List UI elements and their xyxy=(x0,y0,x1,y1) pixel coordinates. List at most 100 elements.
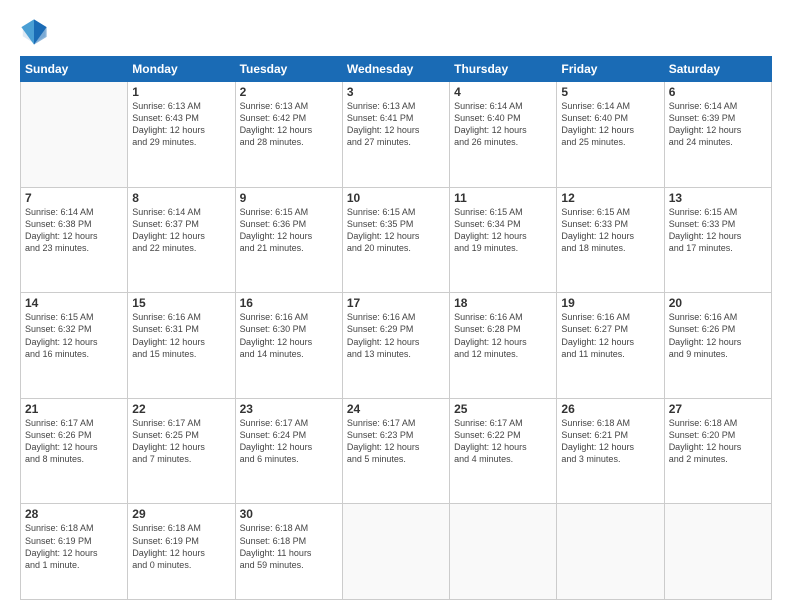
calendar-week-3: 14Sunrise: 6:15 AM Sunset: 6:32 PM Dayli… xyxy=(21,293,772,399)
calendar-cell: 25Sunrise: 6:17 AM Sunset: 6:22 PM Dayli… xyxy=(450,398,557,504)
day-number: 12 xyxy=(561,191,659,205)
calendar-cell: 10Sunrise: 6:15 AM Sunset: 6:35 PM Dayli… xyxy=(342,187,449,293)
day-info: Sunrise: 6:18 AM Sunset: 6:18 PM Dayligh… xyxy=(240,522,338,571)
day-info: Sunrise: 6:15 AM Sunset: 6:36 PM Dayligh… xyxy=(240,206,338,255)
day-info: Sunrise: 6:16 AM Sunset: 6:28 PM Dayligh… xyxy=(454,311,552,360)
calendar-cell: 15Sunrise: 6:16 AM Sunset: 6:31 PM Dayli… xyxy=(128,293,235,399)
day-info: Sunrise: 6:15 AM Sunset: 6:35 PM Dayligh… xyxy=(347,206,445,255)
day-number: 14 xyxy=(25,296,123,310)
day-info: Sunrise: 6:18 AM Sunset: 6:20 PM Dayligh… xyxy=(669,417,767,466)
day-info: Sunrise: 6:17 AM Sunset: 6:26 PM Dayligh… xyxy=(25,417,123,466)
day-number: 29 xyxy=(132,507,230,521)
calendar-header-sunday: Sunday xyxy=(21,57,128,82)
day-info: Sunrise: 6:18 AM Sunset: 6:19 PM Dayligh… xyxy=(132,522,230,571)
calendar-week-4: 21Sunrise: 6:17 AM Sunset: 6:26 PM Dayli… xyxy=(21,398,772,504)
day-info: Sunrise: 6:13 AM Sunset: 6:41 PM Dayligh… xyxy=(347,100,445,149)
calendar-header-tuesday: Tuesday xyxy=(235,57,342,82)
calendar-cell: 29Sunrise: 6:18 AM Sunset: 6:19 PM Dayli… xyxy=(128,504,235,600)
day-number: 1 xyxy=(132,85,230,99)
calendar-cell: 14Sunrise: 6:15 AM Sunset: 6:32 PM Dayli… xyxy=(21,293,128,399)
day-info: Sunrise: 6:16 AM Sunset: 6:31 PM Dayligh… xyxy=(132,311,230,360)
logo xyxy=(20,18,54,46)
calendar-cell: 23Sunrise: 6:17 AM Sunset: 6:24 PM Dayli… xyxy=(235,398,342,504)
calendar-cell: 30Sunrise: 6:18 AM Sunset: 6:18 PM Dayli… xyxy=(235,504,342,600)
day-number: 4 xyxy=(454,85,552,99)
day-info: Sunrise: 6:17 AM Sunset: 6:22 PM Dayligh… xyxy=(454,417,552,466)
day-number: 13 xyxy=(669,191,767,205)
calendar-header-thursday: Thursday xyxy=(450,57,557,82)
calendar-cell: 11Sunrise: 6:15 AM Sunset: 6:34 PM Dayli… xyxy=(450,187,557,293)
day-info: Sunrise: 6:15 AM Sunset: 6:33 PM Dayligh… xyxy=(561,206,659,255)
day-number: 10 xyxy=(347,191,445,205)
calendar-cell: 1Sunrise: 6:13 AM Sunset: 6:43 PM Daylig… xyxy=(128,82,235,188)
logo-icon xyxy=(20,18,48,46)
calendar-cell xyxy=(664,504,771,600)
day-number: 26 xyxy=(561,402,659,416)
day-number: 3 xyxy=(347,85,445,99)
calendar-cell: 26Sunrise: 6:18 AM Sunset: 6:21 PM Dayli… xyxy=(557,398,664,504)
day-number: 23 xyxy=(240,402,338,416)
day-info: Sunrise: 6:18 AM Sunset: 6:19 PM Dayligh… xyxy=(25,522,123,571)
day-number: 21 xyxy=(25,402,123,416)
day-info: Sunrise: 6:15 AM Sunset: 6:34 PM Dayligh… xyxy=(454,206,552,255)
calendar-cell: 22Sunrise: 6:17 AM Sunset: 6:25 PM Dayli… xyxy=(128,398,235,504)
calendar-cell: 21Sunrise: 6:17 AM Sunset: 6:26 PM Dayli… xyxy=(21,398,128,504)
day-info: Sunrise: 6:17 AM Sunset: 6:23 PM Dayligh… xyxy=(347,417,445,466)
day-info: Sunrise: 6:14 AM Sunset: 6:40 PM Dayligh… xyxy=(454,100,552,149)
calendar-header-wednesday: Wednesday xyxy=(342,57,449,82)
calendar-week-1: 1Sunrise: 6:13 AM Sunset: 6:43 PM Daylig… xyxy=(21,82,772,188)
calendar-header-row: SundayMondayTuesdayWednesdayThursdayFrid… xyxy=(21,57,772,82)
calendar-cell: 9Sunrise: 6:15 AM Sunset: 6:36 PM Daylig… xyxy=(235,187,342,293)
day-number: 24 xyxy=(347,402,445,416)
day-number: 17 xyxy=(347,296,445,310)
header xyxy=(20,18,772,46)
day-info: Sunrise: 6:14 AM Sunset: 6:37 PM Dayligh… xyxy=(132,206,230,255)
day-number: 15 xyxy=(132,296,230,310)
calendar-cell xyxy=(450,504,557,600)
day-info: Sunrise: 6:14 AM Sunset: 6:39 PM Dayligh… xyxy=(669,100,767,149)
day-number: 5 xyxy=(561,85,659,99)
day-number: 19 xyxy=(561,296,659,310)
day-info: Sunrise: 6:18 AM Sunset: 6:21 PM Dayligh… xyxy=(561,417,659,466)
calendar-cell: 28Sunrise: 6:18 AM Sunset: 6:19 PM Dayli… xyxy=(21,504,128,600)
calendar-cell xyxy=(342,504,449,600)
calendar-cell xyxy=(557,504,664,600)
calendar-header-saturday: Saturday xyxy=(664,57,771,82)
calendar-cell: 4Sunrise: 6:14 AM Sunset: 6:40 PM Daylig… xyxy=(450,82,557,188)
calendar-cell: 18Sunrise: 6:16 AM Sunset: 6:28 PM Dayli… xyxy=(450,293,557,399)
day-number: 28 xyxy=(25,507,123,521)
calendar-cell: 7Sunrise: 6:14 AM Sunset: 6:38 PM Daylig… xyxy=(21,187,128,293)
calendar-cell: 24Sunrise: 6:17 AM Sunset: 6:23 PM Dayli… xyxy=(342,398,449,504)
day-number: 16 xyxy=(240,296,338,310)
day-number: 20 xyxy=(669,296,767,310)
calendar-cell: 17Sunrise: 6:16 AM Sunset: 6:29 PM Dayli… xyxy=(342,293,449,399)
calendar-cell xyxy=(21,82,128,188)
day-info: Sunrise: 6:15 AM Sunset: 6:32 PM Dayligh… xyxy=(25,311,123,360)
day-number: 27 xyxy=(669,402,767,416)
day-number: 6 xyxy=(669,85,767,99)
calendar-cell: 5Sunrise: 6:14 AM Sunset: 6:40 PM Daylig… xyxy=(557,82,664,188)
day-number: 7 xyxy=(25,191,123,205)
calendar-week-2: 7Sunrise: 6:14 AM Sunset: 6:38 PM Daylig… xyxy=(21,187,772,293)
day-info: Sunrise: 6:16 AM Sunset: 6:27 PM Dayligh… xyxy=(561,311,659,360)
day-info: Sunrise: 6:16 AM Sunset: 6:26 PM Dayligh… xyxy=(669,311,767,360)
calendar-cell: 27Sunrise: 6:18 AM Sunset: 6:20 PM Dayli… xyxy=(664,398,771,504)
calendar-cell: 2Sunrise: 6:13 AM Sunset: 6:42 PM Daylig… xyxy=(235,82,342,188)
day-info: Sunrise: 6:13 AM Sunset: 6:42 PM Dayligh… xyxy=(240,100,338,149)
day-info: Sunrise: 6:15 AM Sunset: 6:33 PM Dayligh… xyxy=(669,206,767,255)
calendar-cell: 12Sunrise: 6:15 AM Sunset: 6:33 PM Dayli… xyxy=(557,187,664,293)
calendar-cell: 8Sunrise: 6:14 AM Sunset: 6:37 PM Daylig… xyxy=(128,187,235,293)
day-info: Sunrise: 6:13 AM Sunset: 6:43 PM Dayligh… xyxy=(132,100,230,149)
calendar-header-friday: Friday xyxy=(557,57,664,82)
calendar-cell: 19Sunrise: 6:16 AM Sunset: 6:27 PM Dayli… xyxy=(557,293,664,399)
day-number: 11 xyxy=(454,191,552,205)
page: SundayMondayTuesdayWednesdayThursdayFrid… xyxy=(0,0,792,612)
day-info: Sunrise: 6:16 AM Sunset: 6:30 PM Dayligh… xyxy=(240,311,338,360)
day-number: 30 xyxy=(240,507,338,521)
day-info: Sunrise: 6:16 AM Sunset: 6:29 PM Dayligh… xyxy=(347,311,445,360)
day-number: 25 xyxy=(454,402,552,416)
day-number: 2 xyxy=(240,85,338,99)
calendar-cell: 6Sunrise: 6:14 AM Sunset: 6:39 PM Daylig… xyxy=(664,82,771,188)
calendar-cell: 3Sunrise: 6:13 AM Sunset: 6:41 PM Daylig… xyxy=(342,82,449,188)
calendar-table: SundayMondayTuesdayWednesdayThursdayFrid… xyxy=(20,56,772,600)
